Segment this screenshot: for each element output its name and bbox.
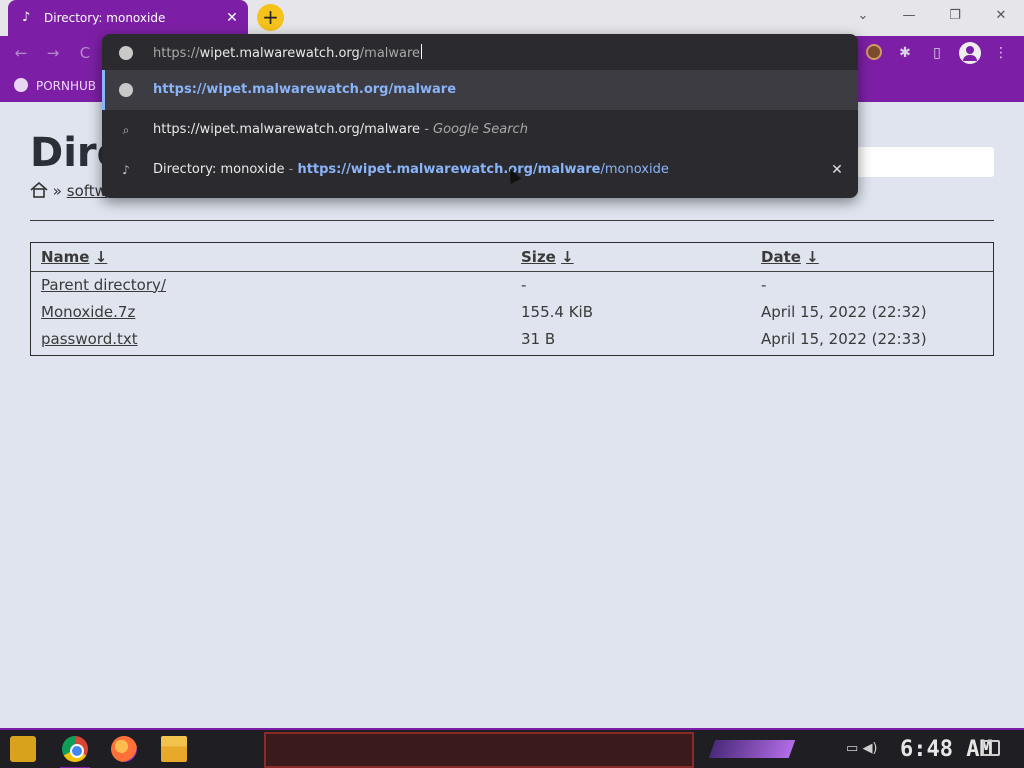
- suggestion-search[interactable]: ⌕ https://wipet.malwarewatch.org/malware…: [102, 110, 858, 150]
- file-date-cell: -: [761, 275, 767, 294]
- maximize-button[interactable]: ❐: [940, 5, 970, 27]
- column-name-header[interactable]: Name ↓: [31, 243, 511, 272]
- notification-icon[interactable]: [982, 740, 1000, 756]
- new-tab-button[interactable]: +: [257, 4, 284, 31]
- tab-title: Directory: monoxide: [44, 11, 166, 25]
- file-link[interactable]: Parent directory/: [41, 276, 166, 294]
- breadcrumb-link[interactable]: softw: [67, 182, 107, 200]
- omnibox-dropdown: https://wipet.malwarewatch.org/malware h…: [102, 34, 858, 198]
- home-icon[interactable]: [30, 182, 48, 198]
- tab-search-button[interactable]: ⌄: [848, 5, 878, 27]
- file-name-cell: Parent directory/: [31, 271, 511, 298]
- forward-button[interactable]: →: [42, 42, 64, 64]
- table-row: Parent directory/ - -: [31, 271, 993, 298]
- breadcrumb: » softw: [30, 182, 107, 200]
- file-size-cell: 155.4 KiB: [521, 302, 594, 321]
- tab-directory-monoxide[interactable]: ♪ Directory: monoxide ✕: [8, 0, 248, 36]
- tab-close-button[interactable]: ✕: [222, 8, 242, 28]
- reload-button[interactable]: C: [74, 42, 96, 64]
- file-name-cell: password.txt: [31, 325, 511, 352]
- window-close-button[interactable]: ✕: [986, 5, 1016, 27]
- bookmark-label: PORNHUB: [36, 79, 97, 93]
- page-search-input[interactable]: [836, 147, 994, 177]
- sort-arrow-icon[interactable]: ↓: [561, 248, 574, 266]
- start-icon[interactable]: [10, 736, 36, 762]
- table-row: password.txt 31 B April 15, 2022 (22:33): [31, 325, 993, 352]
- file-date-cell: April 15, 2022 (22:32): [761, 302, 927, 321]
- table-row: Monoxide.7z 155.4 KiB April 15, 2022 (22…: [31, 298, 993, 325]
- chrome-icon[interactable]: [62, 736, 88, 762]
- text-caret: [421, 44, 423, 59]
- profile-avatar-icon[interactable]: [959, 42, 981, 64]
- sort-arrow-icon[interactable]: ↓: [95, 248, 108, 266]
- search-icon: ⌕: [122, 123, 130, 137]
- address-input[interactable]: https://wipet.malwarewatch.org/malware: [153, 44, 423, 62]
- divider: [30, 220, 994, 221]
- file-size-cell: -: [521, 275, 527, 294]
- page-favicon-icon: ♪: [22, 10, 31, 25]
- file-link[interactable]: password.txt: [41, 330, 138, 348]
- firefox-icon[interactable]: [111, 736, 137, 762]
- sidebar-icon[interactable]: ▯: [926, 42, 948, 64]
- suggestion-url[interactable]: https://wipet.malwarewatch.org/malware: [102, 70, 858, 110]
- file-table: Name ↓ Size ↓ Date ↓ Parent directory/ -…: [31, 243, 993, 352]
- globe-icon: [119, 83, 133, 97]
- file-link[interactable]: Monoxide.7z: [41, 303, 135, 321]
- menu-button[interactable]: ⋮: [990, 42, 1012, 64]
- puzzle-icon[interactable]: ✱: [894, 42, 916, 64]
- page-favicon-icon: ♪: [122, 163, 130, 177]
- bookmark-item[interactable]: PORNHUB: [14, 78, 96, 94]
- taskbar-wallpaper-region: [264, 732, 694, 768]
- file-name-cell: Monoxide.7z: [31, 298, 511, 325]
- breadcrumb-separator: »: [52, 182, 62, 200]
- remove-suggestion-button[interactable]: ✕: [828, 161, 846, 179]
- globe-icon: [119, 46, 133, 60]
- taskbar: ▭ ◀) 6:48 AM: [0, 728, 1024, 768]
- network-icon[interactable]: ▭: [846, 741, 858, 756]
- minimize-button[interactable]: —: [894, 5, 924, 27]
- file-size-cell: 31 B: [521, 329, 556, 348]
- tab-strip: ♪ Directory: monoxide ✕ + ⌄ — ❐ ✕: [0, 0, 1024, 36]
- file-listing: Name ↓ Size ↓ Date ↓ Parent directory/ -…: [30, 242, 994, 356]
- column-size-header[interactable]: Size ↓: [511, 243, 751, 272]
- back-button[interactable]: ←: [10, 42, 32, 64]
- table-header-row: Name ↓ Size ↓ Date ↓: [31, 243, 993, 272]
- taskbar-clock[interactable]: 6:48 AM: [900, 736, 993, 764]
- suggestion-history[interactable]: ♪ Directory: monoxide - https://wipet.ma…: [102, 150, 858, 190]
- column-date-header[interactable]: Date ↓: [751, 243, 993, 272]
- volume-icon[interactable]: ◀): [862, 741, 877, 756]
- file-date-cell: April 15, 2022 (22:33): [761, 329, 927, 348]
- extension-avatar-icon[interactable]: [866, 44, 882, 60]
- taskbar-decoration: [708, 740, 796, 758]
- sort-arrow-icon[interactable]: ↓: [806, 248, 819, 266]
- file-explorer-icon[interactable]: [161, 736, 187, 762]
- address-bar[interactable]: https://wipet.malwarewatch.org/malware: [102, 34, 858, 72]
- system-tray[interactable]: ▭ ◀): [846, 740, 890, 758]
- globe-icon: [14, 78, 28, 92]
